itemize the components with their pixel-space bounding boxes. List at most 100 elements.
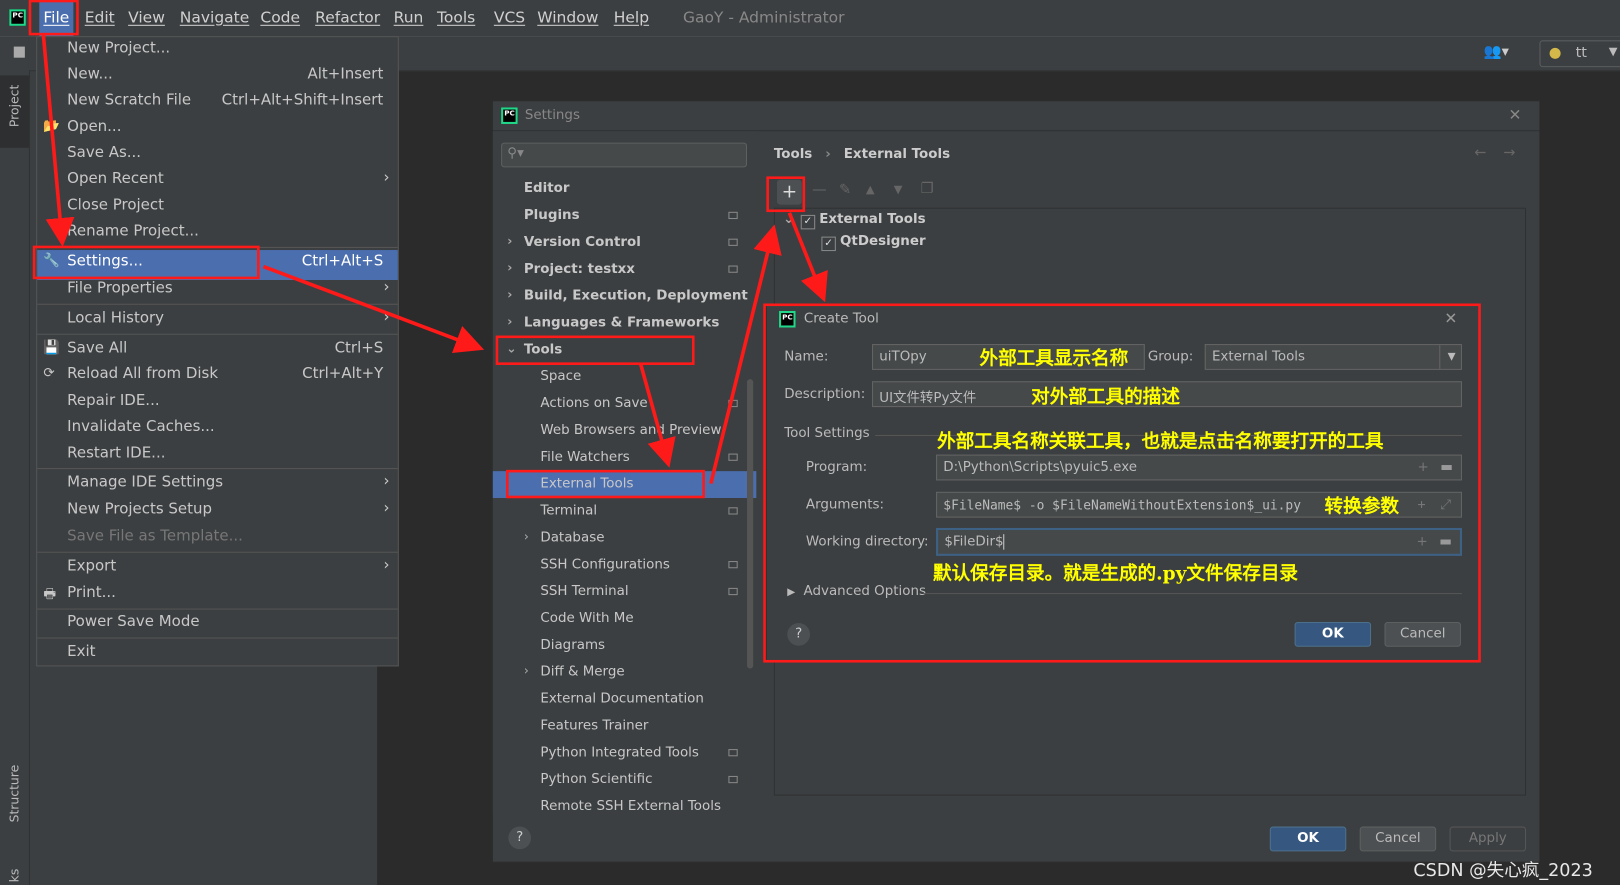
sidebar-item-editor[interactable]: Editor [493,176,756,203]
breadcrumb-tools[interactable]: Tools [774,147,812,162]
working-directory-field[interactable]: $FileDir$​ + ▬ [936,527,1462,556]
sidebar-scrollbar[interactable] [747,379,754,669]
insert-macro-icon[interactable]: + [1417,534,1428,549]
file-menu-item-new-scratch-file[interactable]: New Scratch File Ctrl+Alt+Shift+Insert [37,89,398,115]
sidebar-item-tools[interactable]: ⌄ Tools [493,337,756,364]
menu-window[interactable]: Window [537,8,598,27]
file-menu-item-new-projects-setup[interactable]: New Projects Setup › [37,498,398,524]
expand-icon[interactable]: ⤢ [1440,497,1451,512]
file-menu-item-new[interactable]: New... Alt+Insert [37,63,398,89]
insert-macro-icon[interactable]: + [1418,460,1429,475]
sidebar-item-actions-on-save[interactable]: Actions on Save [493,391,756,418]
sidebar-item-project-testxx[interactable]: › Project: testxx [493,256,756,283]
project-tool-button[interactable]: Project [0,75,29,148]
file-menu-item-exit[interactable]: Exit [37,641,398,667]
menu-item-label: New Project... [67,40,171,57]
browse-folder-icon[interactable]: ▬ [1440,460,1453,475]
help-button[interactable]: ? [508,826,532,850]
run-config-label: tt [1575,44,1587,61]
sidebar-item-remote-ssh-external-tools[interactable]: Remote SSH External Tools [493,793,756,820]
add-icon[interactable]: + [776,179,802,205]
sidebar-item-plugins[interactable]: Plugins [493,203,756,230]
menu-file[interactable]: File [39,0,74,37]
group-select[interactable]: External Tools ▼ [1204,344,1462,370]
checkbox-checked[interactable]: ✓ [800,214,816,230]
sidebar-item-database[interactable]: › Database [493,525,756,552]
settings-search-input[interactable]: ⚲▾ [501,142,748,168]
file-menu-item-restart-ide[interactable]: Restart IDE... [37,442,398,468]
program-field[interactable]: D:\Python\Scripts\pyuic5.exe + ▬ [936,454,1462,481]
sidebar-item-web-browsers-and-preview[interactable]: Web Browsers and Preview [493,417,756,444]
menu-navigate[interactable]: Navigate [180,8,250,27]
menu-run[interactable]: Run [394,8,424,27]
move-up-icon[interactable]: ▲ [866,183,875,196]
close-icon[interactable]: ✕ [1444,309,1457,328]
apply-button[interactable]: Apply [1449,826,1527,852]
sidebar-item-languages-frameworks[interactable]: › Languages & Frameworks [493,310,756,337]
menu-refactor[interactable]: Refactor [315,8,380,27]
file-menu-item-file-properties[interactable]: File Properties › [37,277,398,303]
forward-arrow-icon[interactable]: → [1503,145,1515,162]
file-menu-item-new-project[interactable]: New Project... [37,37,398,63]
file-menu-item-repair-ide[interactable]: Repair IDE... [37,390,398,416]
advanced-options-toggle[interactable]: ▶ Advanced Options [787,584,926,599]
menu-vcs[interactable]: VCS [494,8,525,27]
file-menu-item-power-save-mode[interactable]: Power Save Mode [37,611,398,637]
menu-code[interactable]: Code [260,8,300,27]
sidebar-item-terminal[interactable]: Terminal [493,498,756,525]
menu-help[interactable]: Help [614,8,649,27]
sidebar-item-diagrams[interactable]: Diagrams [493,632,756,659]
edit-icon[interactable]: ✎ [839,182,851,199]
cancel-button[interactable]: Cancel [1359,826,1437,852]
sidebar-item-version-control[interactable]: › Version Control [493,229,756,256]
browse-folder-icon[interactable]: ▬ [1439,534,1452,549]
file-menu-item-settings[interactable]: 🔧 Settings... Ctrl+Alt+S [37,250,398,280]
menu-tools[interactable]: Tools [437,8,475,27]
sidebar-item-build-execution-deployment[interactable]: › Build, Execution, Deployment [493,283,756,310]
sidebar-item-features-trainer[interactable]: Features Trainer [493,713,756,740]
file-menu-item-print[interactable]: 🖶 Print... [37,582,398,608]
file-menu-item-save-as[interactable]: Save As... [37,142,398,168]
file-menu-item-save-all[interactable]: 💾 Save All Ctrl+S [37,337,398,363]
sidebar-item-ssh-configurations[interactable]: SSH Configurations [493,552,756,579]
sidebar-item-external-tools[interactable]: External Tools [492,471,757,499]
tree-item-external-tools[interactable]: ⌄ ✓ External Tools [783,212,926,230]
sidebar-item-space[interactable]: Space [493,364,756,391]
file-menu-item-reload-all-from-disk[interactable]: ⟳ Reload All from Disk Ctrl+Alt+Y [37,363,398,389]
menu-edit[interactable]: Edit [85,8,115,27]
create-tool-cancel-button[interactable]: Cancel [1384,621,1461,647]
menu-view[interactable]: View [128,8,165,27]
help-button[interactable]: ? [787,623,811,646]
menu-item-label: Save As... [67,144,142,162]
sidebar-item-code-with-me[interactable]: Code With Me [493,605,756,632]
file-menu-item-save-file-as-template[interactable]: Save File as Template... [37,525,398,551]
close-icon[interactable]: ✕ [1508,105,1521,124]
back-arrow-icon[interactable]: ← [1474,145,1486,162]
copy-icon[interactable]: ❐ [921,181,934,198]
file-menu-item-rename-project[interactable]: Rename Project... [37,220,398,246]
tree-item-qtdesigner[interactable]: ✓ QtDesigner [821,234,926,252]
sidebar-item-file-watchers[interactable]: File Watchers [493,444,756,471]
file-menu-item-export[interactable]: Export › [37,555,398,581]
structure-tool-button[interactable]: Structure [7,765,21,823]
checkbox-checked[interactable]: ✓ [821,236,836,252]
insert-macro-icon[interactable]: + [1418,497,1426,512]
sidebar-item-diff-merge[interactable]: › Diff & Merge [493,659,756,686]
sidebar-item-external-documentation[interactable]: External Documentation [493,686,756,713]
remove-icon[interactable]: — [812,182,826,199]
bookmarks-tool-button[interactable]: ks [7,869,21,883]
run-config-select[interactable]: ● tt ▼ [1539,40,1620,68]
file-menu-item-manage-ide-settings[interactable]: Manage IDE Settings › [37,471,398,497]
sidebar-item-python-scientific[interactable]: Python Scientific [493,767,756,794]
sidebar-item-python-integrated-tools[interactable]: Python Integrated Tools [493,740,756,767]
sidebar-item-ssh-terminal[interactable]: SSH Terminal [493,579,756,606]
file-menu-item-close-project[interactable]: Close Project [37,194,398,220]
move-down-icon[interactable]: ▼ [894,183,903,196]
file-menu-item-invalidate-caches[interactable]: Invalidate Caches... [37,415,398,441]
ok-button[interactable]: OK [1269,826,1347,852]
file-menu-item-local-history[interactable]: Local History › [37,307,398,333]
user-icon[interactable]: 👥▾ [1484,43,1509,60]
create-tool-ok-button[interactable]: OK [1294,621,1372,647]
file-menu-item-open[interactable]: 📂 Open... [37,116,398,142]
file-menu-item-open-recent[interactable]: Open Recent › [37,167,398,193]
